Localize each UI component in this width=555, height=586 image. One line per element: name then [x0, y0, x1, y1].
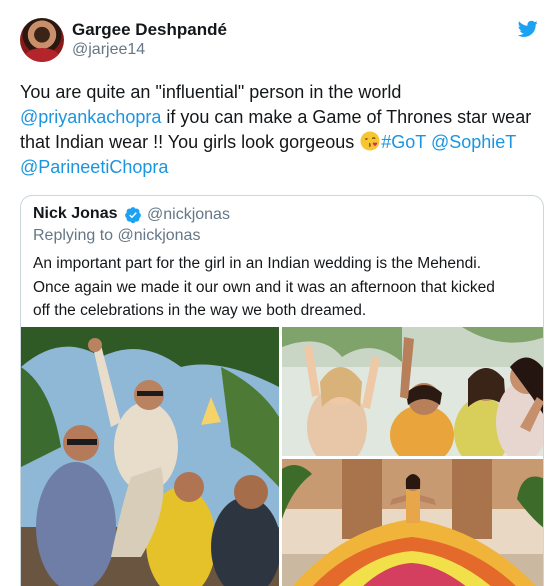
- photo-bride-twirling[interactable]: [282, 459, 543, 586]
- photo-bridesmaids-dancing[interactable]: [282, 327, 543, 456]
- quoted-text-line: Once again we made it our own and it was…: [33, 278, 495, 296]
- tweet-line-3: that Indian wear !! You girls look gorge…: [20, 130, 545, 155]
- tweet-text-segment: You are quite an "influential" person in…: [20, 82, 402, 102]
- replying-to-context: Replying to @nickjonas: [33, 227, 201, 244]
- quoted-text-line: off the celebrations in the way we both …: [33, 302, 367, 319]
- author-avatar[interactable]: [20, 18, 64, 62]
- verified-badge-icon: [125, 207, 141, 224]
- mention-priyankachopra-link[interactable]: @priyankachopra: [20, 107, 161, 127]
- media-grid: [21, 327, 543, 586]
- mention-parineetichopra-link[interactable]: @ParineetiChopra: [20, 157, 168, 177]
- tweet-text-segment: if you can make a Game of Thrones star w…: [161, 107, 532, 127]
- tweet-line-1: You are quite an "influential" person in…: [20, 80, 545, 105]
- quoted-tweet-card[interactable]: Nick Jonas @nickjonas Replying to @nickj…: [20, 195, 544, 586]
- author-name[interactable]: Gargee Deshpandé: [72, 20, 227, 40]
- tweet-text: You are quite an "influential" person in…: [20, 80, 545, 180]
- quoted-tweet-text: An important part for the girl in an Ind…: [33, 252, 538, 323]
- photo-groom-lifted-celebration[interactable]: [21, 327, 279, 586]
- author-handle[interactable]: @jarjee14: [72, 41, 145, 59]
- tweet-text-segment: that Indian wear !! You girls look gorge…: [20, 132, 360, 152]
- mention-sophiet-link[interactable]: @SophieT: [431, 132, 516, 152]
- tweet-line-2: @priyankachopra if you can make a Game o…: [20, 105, 545, 130]
- quoted-text-line: An important part for the girl in an Ind…: [33, 255, 482, 272]
- avatar-shoulders: [24, 48, 60, 62]
- twitter-bird-icon[interactable]: [518, 20, 538, 38]
- tweet-line-4: @ParineetiChopra: [20, 155, 545, 180]
- face-blowing-kiss-emoji: [360, 131, 380, 151]
- quoted-author-handle[interactable]: @nickjonas: [147, 206, 230, 224]
- tweet-card: Gargee Deshpandé @jarjee14 You are quite…: [0, 0, 555, 586]
- quoted-author-name[interactable]: Nick Jonas: [33, 205, 117, 223]
- hashtag-got-link[interactable]: #GoT: [381, 132, 426, 152]
